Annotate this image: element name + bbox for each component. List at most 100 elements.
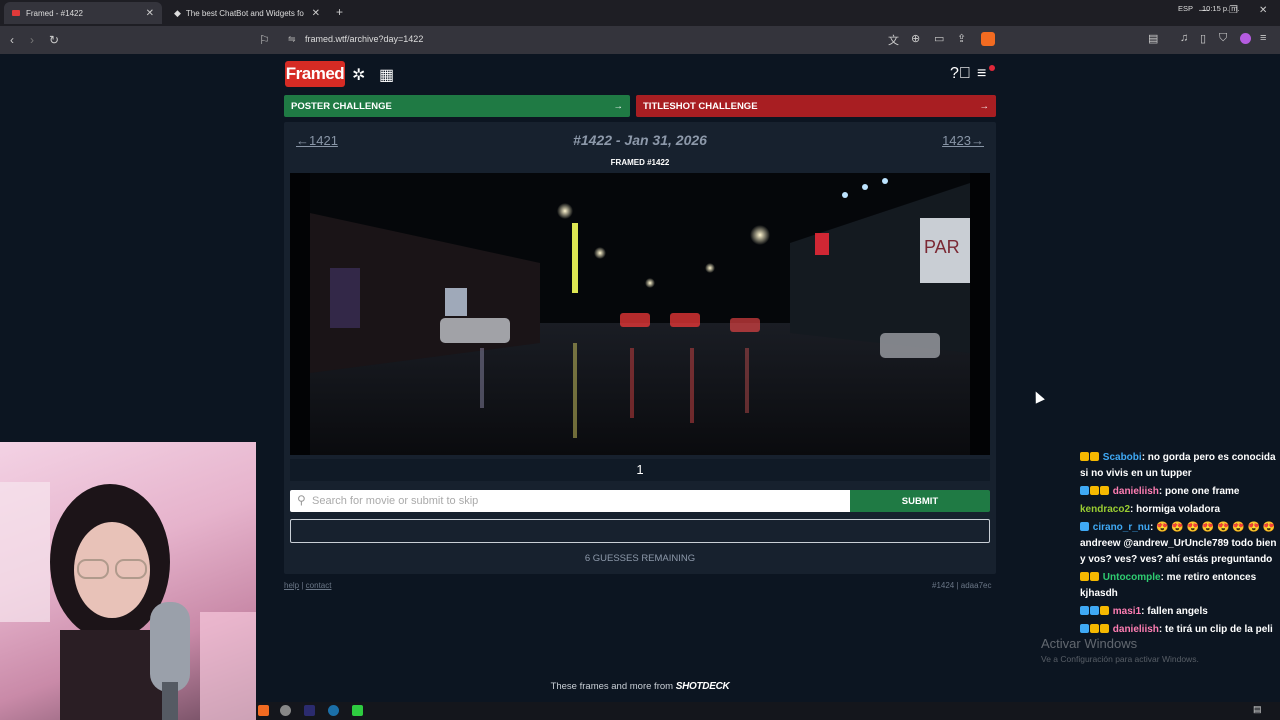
chat-text: : pone one frame xyxy=(1158,486,1240,497)
app-taskbar-icon[interactable] xyxy=(280,705,291,716)
brave-taskbar-icon[interactable] xyxy=(258,705,269,716)
zoom-icon[interactable]: ⊕ xyxy=(911,32,920,45)
translate-icon[interactable]: 文 xyxy=(888,32,899,48)
close-tab-icon[interactable]: ✕ xyxy=(146,8,154,19)
chat-username[interactable]: danieliish xyxy=(1113,624,1159,635)
arrow-right-icon: → xyxy=(613,100,624,112)
chat-message: masi1: fallen angels xyxy=(1080,604,1280,620)
badge-icon xyxy=(1100,486,1109,495)
credit-text: These frames and more from xyxy=(550,681,674,692)
guess-slot xyxy=(290,519,990,543)
badge-icon xyxy=(1090,486,1099,495)
arrow-right-icon: → xyxy=(979,100,990,112)
notifications-icon[interactable]: ▤ xyxy=(1253,704,1262,715)
notification-dot xyxy=(989,65,995,71)
guesses-remaining: 6 GUESSES REMAINING xyxy=(584,553,696,564)
premiere-taskbar-icon[interactable] xyxy=(304,705,315,716)
frame-page-indicator[interactable]: 1 xyxy=(290,459,990,481)
badge-icon xyxy=(1090,624,1099,633)
help-link[interactable]: help xyxy=(284,581,299,590)
share-icon[interactable]: ⇪ xyxy=(957,32,966,45)
build-info: #1424 | adaa7ec xyxy=(932,581,992,590)
chat-username[interactable]: kendraco2 xyxy=(1080,504,1130,515)
chat-username[interactable]: Untocomple xyxy=(1103,572,1161,583)
contact-link[interactable]: contact xyxy=(306,581,332,590)
chat-text: : te tirá un clip de la peli xyxy=(1158,624,1273,635)
browser-menu-icon[interactable]: ≡ xyxy=(1260,32,1266,44)
badge-icon xyxy=(1080,572,1089,581)
night-street-scene: PAR xyxy=(310,173,970,455)
diamond-tab-icon: ◆ xyxy=(174,7,181,18)
badge-icon xyxy=(1090,452,1099,461)
reload-icon[interactable]: ↻ xyxy=(49,33,59,47)
close-tab-icon[interactable]: ✕ xyxy=(312,8,320,19)
stream-chat: Scabobi: no gorda pero es conocida si no… xyxy=(1080,450,1280,640)
chat-text: : hormiga voladora xyxy=(1130,504,1221,515)
chat-message: danieliish: pone one frame xyxy=(1080,484,1280,500)
bookmark-icon[interactable]: ⚐ xyxy=(259,33,270,47)
address-bar: ‹ › ↻ ⚐ ⇋ framed.wtf/archive?day=1422 文 … xyxy=(0,26,1280,54)
chat-text: : fallen angels xyxy=(1141,606,1208,617)
tab-chatbot[interactable]: ◆ The best ChatBot and Widgets fo ✕ xyxy=(166,2,328,24)
language-indicator[interactable]: ESP xyxy=(1178,4,1193,13)
mouse-cursor-icon xyxy=(1031,389,1045,404)
profile-icon[interactable] xyxy=(1240,33,1251,44)
steam-taskbar-icon[interactable] xyxy=(328,705,339,716)
chat-message: Untocomple: me retiro entonces kjhasdh xyxy=(1080,570,1280,602)
taskbar-clock[interactable]: 10:15 p. m. xyxy=(1202,4,1240,13)
archive-title: #1422 - Jan 31, 2026 xyxy=(573,132,707,148)
movie-frame-image: PAR xyxy=(290,173,990,455)
video-tab-icon xyxy=(12,10,20,16)
back-icon[interactable]: ‹ xyxy=(10,33,14,47)
forward-icon[interactable]: › xyxy=(30,33,34,47)
titleshot-challenge-button[interactable]: TITLESHOT CHALLENGE → xyxy=(636,95,996,117)
badge-icon xyxy=(1080,624,1089,633)
url-field[interactable]: framed.wtf/archive?day=1422 xyxy=(305,34,423,44)
tab-label: Framed - #1422 xyxy=(26,8,83,18)
chat-username[interactable]: danieliish xyxy=(1113,486,1159,497)
poster-challenge-button[interactable]: POSTER CHALLENGE → xyxy=(284,95,630,117)
submit-button[interactable]: SUBMIT xyxy=(850,490,990,512)
close-window-icon[interactable]: ✕ xyxy=(1259,5,1267,16)
footer-links: help | contact xyxy=(284,581,331,590)
chat-message: Scabobi: no gorda pero es conocida si no… xyxy=(1080,450,1280,482)
search-box[interactable]: ⚲ xyxy=(290,490,850,512)
movie-search-input[interactable] xyxy=(312,490,842,512)
sidebar-icon[interactable]: ▤ xyxy=(1148,32,1158,45)
archive-card: ←1421 #1422 - Jan 31, 2026 1423→ FRAMED … xyxy=(284,122,996,574)
frame-label: FRAMED #1422 xyxy=(610,158,670,167)
calendar-icon[interactable]: ▦ xyxy=(379,65,394,85)
new-tab-button[interactable]: + xyxy=(336,5,343,19)
frame-sign-text: PAR xyxy=(924,237,960,257)
help-icon[interactable]: ?⃝ xyxy=(950,65,971,83)
tab-framed[interactable]: Framed - #1422 ✕ xyxy=(4,2,162,24)
framed-logo[interactable]: Framed xyxy=(285,61,345,87)
menu-icon[interactable]: ≡ xyxy=(977,65,986,83)
cast-icon[interactable]: ▭ xyxy=(934,32,944,45)
site-info-icon[interactable]: ⇋ xyxy=(288,34,296,45)
chat-message: kendraco2: hormiga voladora xyxy=(1080,502,1280,518)
badge-icon xyxy=(1080,606,1089,615)
brave-shield-icon[interactable] xyxy=(981,32,995,46)
chat-username[interactable]: cirano_r_nu xyxy=(1093,522,1150,533)
badge-icon xyxy=(1080,452,1089,461)
windows-taskbar xyxy=(256,702,1280,720)
music-icon[interactable]: ♫ xyxy=(1180,32,1188,44)
windows-activation-subtitle: Ve a Configuración para activar Windows. xyxy=(1041,654,1199,664)
shotdeck-logo[interactable]: SHOTDECK xyxy=(676,681,730,692)
streamer-illustration xyxy=(0,482,256,720)
chat-message: cirano_r_nu: 😍 😍 😍 😍 😍 😍 😍 😍 andreew @an… xyxy=(1080,520,1280,568)
panel-icon[interactable]: ▯ xyxy=(1200,32,1206,45)
chat-username[interactable]: Scabobi xyxy=(1103,452,1142,463)
next-day-link[interactable]: 1423→ xyxy=(942,133,984,148)
badge-icon xyxy=(1090,606,1099,615)
vpn-icon[interactable]: ⛉ xyxy=(1219,32,1227,45)
kick-taskbar-icon[interactable] xyxy=(352,705,363,716)
footer-separator: | xyxy=(301,581,304,590)
puzzle-icon[interactable]: ✲ xyxy=(352,65,365,85)
windows-activation-title: Activar Windows xyxy=(1041,636,1138,651)
search-icon: ⚲ xyxy=(297,493,306,507)
chat-username[interactable]: masi1 xyxy=(1113,606,1141,617)
badge-icon xyxy=(1100,624,1109,633)
badge-icon xyxy=(1100,606,1109,615)
